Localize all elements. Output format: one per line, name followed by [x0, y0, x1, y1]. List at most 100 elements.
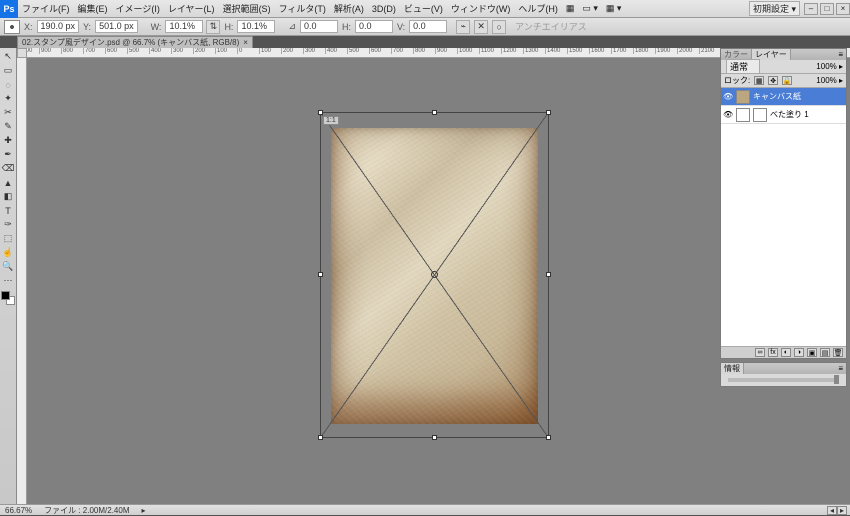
- tool-4[interactable]: ✂: [1, 106, 15, 119]
- tool-2[interactable]: ◌: [1, 78, 15, 91]
- lock-pixels-icon[interactable]: ▦: [754, 76, 764, 85]
- handle-mr[interactable]: [546, 272, 551, 277]
- scroll-right-icon[interactable]: ▸: [837, 506, 847, 515]
- x-input[interactable]: 190.0 px: [37, 20, 80, 33]
- transform-center[interactable]: [431, 271, 438, 278]
- options-bar: X: 190.0 px Y: 501.0 px W: 10.1% ⇅ H: 10…: [0, 18, 850, 36]
- tool-16[interactable]: ⋯: [1, 274, 15, 287]
- tool-11[interactable]: T: [1, 204, 15, 217]
- layer-mask-icon[interactable]: ◐: [781, 348, 791, 357]
- panel-menu-icon[interactable]: ≡: [835, 50, 846, 59]
- close-button[interactable]: ×: [836, 3, 850, 15]
- menu-window[interactable]: ウィンドウ(W): [447, 2, 515, 15]
- foreground-background-color[interactable]: [1, 291, 15, 305]
- transform-reference-icon[interactable]: [4, 20, 20, 34]
- tool-12[interactable]: ✑: [1, 218, 15, 231]
- layer-mask-thumbnail[interactable]: [753, 108, 767, 122]
- layers-list: 👁 キャンバス紙 👁 べた塗り 1: [721, 88, 846, 346]
- angle-input[interactable]: 0.0: [300, 20, 338, 33]
- screenmode-icon[interactable]: ▦ ▾: [602, 3, 626, 14]
- status-bar: 66.67% ファイル : 2.00M/2.40M ▸ ◂ ▸: [0, 504, 850, 515]
- group-icon[interactable]: ▣: [807, 348, 817, 357]
- menu-view[interactable]: ビュー(V): [400, 2, 447, 15]
- menu-filter[interactable]: フィルタ(T): [275, 2, 330, 15]
- layer-style-icon[interactable]: fx: [768, 348, 778, 357]
- tool-15[interactable]: 🔍: [1, 260, 15, 273]
- layer-row[interactable]: 👁 べた塗り 1: [721, 106, 846, 124]
- tool-3[interactable]: ✦: [1, 92, 15, 105]
- cancel-transform-icon[interactable]: ✕: [474, 20, 488, 34]
- opacity-value[interactable]: 100% ▸: [816, 62, 843, 71]
- menu-image[interactable]: イメージ(I): [112, 2, 164, 15]
- commit-transform-icon[interactable]: ○: [492, 20, 506, 34]
- menu-analysis[interactable]: 解析(A): [330, 2, 368, 15]
- menu-file[interactable]: ファイル(F): [18, 2, 74, 15]
- tool-9[interactable]: ▲: [1, 176, 15, 189]
- handle-tc[interactable]: [432, 110, 437, 115]
- handle-tr[interactable]: [546, 110, 551, 115]
- menu-help[interactable]: ヘルプ(H): [514, 2, 562, 15]
- tool-14[interactable]: ☝: [1, 246, 15, 259]
- visibility-icon[interactable]: 👁: [723, 92, 733, 101]
- w-input[interactable]: 10.1%: [165, 20, 203, 33]
- tool-7[interactable]: ✒: [1, 148, 15, 161]
- menu-edit[interactable]: 編集(E): [74, 2, 112, 15]
- lock-all-icon[interactable]: 🔒: [782, 76, 792, 85]
- status-menu-icon[interactable]: ▸: [140, 506, 148, 515]
- hskew-input[interactable]: 0.0: [355, 20, 393, 33]
- scroll-left-icon[interactable]: ◂: [827, 506, 837, 515]
- layer-thumbnail[interactable]: [736, 108, 750, 122]
- viewmode-icon[interactable]: ▭ ▾: [578, 3, 602, 14]
- vskew-input[interactable]: 0.0: [409, 20, 447, 33]
- handle-bl[interactable]: [318, 435, 323, 440]
- transform-bounding-box[interactable]: [320, 112, 549, 438]
- warp-mode-icon[interactable]: ⌁: [456, 20, 470, 34]
- y-input[interactable]: 501.0 px: [95, 20, 138, 33]
- maximize-button[interactable]: □: [820, 3, 834, 15]
- fill-value[interactable]: 100% ▸: [816, 76, 843, 85]
- tool-10[interactable]: ◧: [1, 190, 15, 203]
- layer-name: べた塗り 1: [770, 109, 809, 120]
- tool-6[interactable]: ✚: [1, 134, 15, 147]
- minimize-button[interactable]: –: [804, 3, 818, 15]
- menu-layer[interactable]: レイヤー(L): [164, 2, 219, 15]
- tool-13[interactable]: ⬚: [1, 232, 15, 245]
- new-layer-icon[interactable]: ▤: [820, 348, 830, 357]
- bridge-icon[interactable]: ▦: [562, 3, 579, 14]
- angle-label: ⊿: [287, 21, 297, 32]
- link-wh-icon[interactable]: ⇅: [206, 20, 220, 34]
- info-slider[interactable]: [728, 378, 839, 382]
- handle-ml[interactable]: [318, 272, 323, 277]
- tab-info[interactable]: 情報: [721, 363, 744, 374]
- menu-select[interactable]: 選択範囲(S): [219, 2, 275, 15]
- menu-3d[interactable]: 3D(D): [368, 4, 400, 14]
- tool-5[interactable]: ✎: [1, 120, 15, 133]
- lock-position-icon[interactable]: ✥: [768, 76, 778, 85]
- workspace-label: 初期設定: [753, 4, 789, 14]
- ruler-vertical[interactable]: [17, 58, 27, 504]
- layer-row[interactable]: 👁 キャンバス紙: [721, 88, 846, 106]
- tool-8[interactable]: ⌫: [1, 162, 15, 175]
- close-tab-icon[interactable]: ×: [243, 38, 248, 47]
- visibility-icon[interactable]: 👁: [723, 110, 733, 119]
- zoom-level[interactable]: 66.67%: [3, 506, 34, 515]
- blend-mode-select[interactable]: 通常: [726, 59, 760, 74]
- layer-thumbnail[interactable]: [736, 90, 750, 104]
- handle-bc[interactable]: [432, 435, 437, 440]
- document-tab[interactable]: 02.スタンプ風デザイン.psd @ 66.7% (キャンバス紙, RGB/8)…: [17, 36, 253, 48]
- workspace-selector[interactable]: 初期設定 ▾: [749, 1, 800, 16]
- layer-name: キャンバス紙: [753, 91, 801, 102]
- handle-br[interactable]: [546, 435, 551, 440]
- document-size[interactable]: ファイル : 2.00M/2.40M: [42, 505, 131, 516]
- info-panel: 情報 ≡: [720, 362, 847, 387]
- adjustment-layer-icon[interactable]: ◑: [794, 348, 804, 357]
- tool-0[interactable]: ↖: [1, 50, 15, 63]
- handle-tl[interactable]: [318, 110, 323, 115]
- transform-dims-label: 1:1: [323, 116, 339, 125]
- h-input[interactable]: 10.1%: [237, 20, 275, 33]
- delete-layer-icon[interactable]: 🗑: [833, 348, 843, 357]
- tool-1[interactable]: ▭: [1, 64, 15, 77]
- ruler-origin[interactable]: [17, 48, 27, 58]
- link-layers-icon[interactable]: ∞: [755, 348, 765, 357]
- panel-menu-icon[interactable]: ≡: [835, 364, 846, 373]
